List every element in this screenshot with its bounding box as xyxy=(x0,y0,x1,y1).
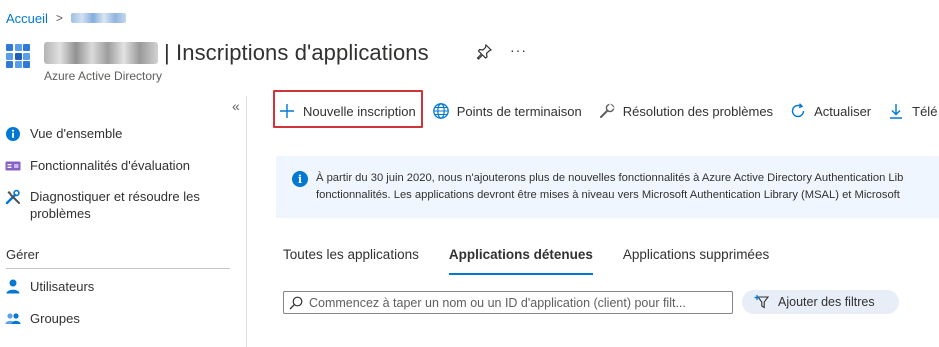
page-title-text: | Inscriptions d'applications xyxy=(164,40,429,65)
search-placeholder: Commencez à taper un nom ou un ID d'appl… xyxy=(309,295,686,310)
add-filters-button[interactable]: Ajouter des filtres xyxy=(742,290,899,314)
breadcrumb-separator: > xyxy=(55,11,63,25)
sidebar-section-manage: Gérer xyxy=(6,247,40,262)
sidebar-item-users[interactable]: Utilisateurs xyxy=(0,278,232,295)
info-icon: i xyxy=(292,171,308,187)
info-icon xyxy=(6,127,20,141)
tenant-name-redacted xyxy=(44,42,158,64)
breadcrumb-tenant-link-redacted[interactable] xyxy=(70,13,126,23)
globe-icon xyxy=(432,103,449,119)
sidebar-item-label: Fonctionnalités d'évaluation xyxy=(30,158,191,173)
download-icon xyxy=(890,104,903,119)
troubleshooting-label: Résolution des problèmes xyxy=(622,103,774,119)
endpoints-button[interactable]: Points de terminaison xyxy=(432,96,582,126)
search-input[interactable]: Commencez à taper un nom ou un ID d'appl… xyxy=(283,291,733,314)
command-bar: Nouvelle inscription Points de terminais… xyxy=(274,94,937,128)
tab-owned-applications[interactable]: Applications détenues xyxy=(448,247,593,275)
download-label: Télé xyxy=(912,103,938,119)
page-title: | Inscriptions d'applications xyxy=(44,36,429,70)
sidebar-item-label: Groupes xyxy=(30,311,80,326)
banner-text: À partir du 30 juin 2020, nous n'ajouter… xyxy=(316,170,903,204)
sidebar-item-overview[interactable]: Vue d'ensemble xyxy=(0,125,232,142)
refresh-button[interactable]: Actualiser xyxy=(789,96,871,126)
new-registration-label: Nouvelle inscription xyxy=(303,103,416,119)
sidebar-item-label: Utilisateurs xyxy=(30,279,95,294)
add-icon xyxy=(280,104,294,118)
wrench-icon xyxy=(599,103,615,118)
add-filters-label: Ajouter des filtres xyxy=(778,295,875,309)
download-button[interactable]: Télé xyxy=(887,96,937,126)
collapse-sidebar-icon[interactable]: « xyxy=(232,98,240,114)
group-icon xyxy=(5,313,21,324)
tab-all-applications[interactable]: Toutes les applications xyxy=(283,247,419,275)
add-filter-icon xyxy=(754,295,770,309)
refresh-icon xyxy=(791,103,805,118)
page-subtitle: Azure Active Directory xyxy=(44,69,163,83)
app-list-tabs: Toutes les applications Applications dét… xyxy=(283,247,799,275)
sidebar-divider xyxy=(6,268,230,269)
sidebar-item-label: Diagnostiquer et résoudre les problèmes xyxy=(30,189,200,221)
troubleshooting-button[interactable]: Résolution des problèmes xyxy=(598,96,773,126)
sidebar-item-label: Vue d'ensemble xyxy=(30,126,123,141)
pin-icon[interactable] xyxy=(476,44,492,60)
tab-deleted-applications[interactable]: Applications supprimées xyxy=(623,247,769,275)
user-icon xyxy=(6,279,20,294)
sidebar-item-groups[interactable]: Groupes xyxy=(0,310,232,327)
app-registrations-icon xyxy=(6,44,32,68)
banner-line-2: fonctionnalités. Les applications devron… xyxy=(316,189,900,201)
breadcrumb: Accueil > xyxy=(6,10,126,26)
banner-line-1: À partir du 30 juin 2020, nous n'ajouter… xyxy=(316,172,904,184)
endpoints-label: Points de terminaison xyxy=(456,103,582,119)
search-icon xyxy=(289,296,303,309)
breadcrumb-home-link[interactable]: Accueil xyxy=(6,11,48,26)
sidebar-item-preview-features[interactable]: Fonctionnalités d'évaluation xyxy=(0,157,232,174)
tools-icon xyxy=(5,189,20,205)
more-options-icon[interactable]: ··· xyxy=(510,42,527,58)
refresh-label: Actualiser xyxy=(814,103,872,119)
new-registration-button[interactable]: Nouvelle inscription xyxy=(278,96,416,126)
preview-features-icon xyxy=(5,161,21,171)
deprecation-info-banner: i À partir du 30 juin 2020, nous n'ajout… xyxy=(276,156,939,218)
sidebar-item-diagnose-solve[interactable]: Diagnostiquer et résoudre les problèmes xyxy=(0,188,232,222)
sidebar-divider-vertical xyxy=(246,96,247,347)
